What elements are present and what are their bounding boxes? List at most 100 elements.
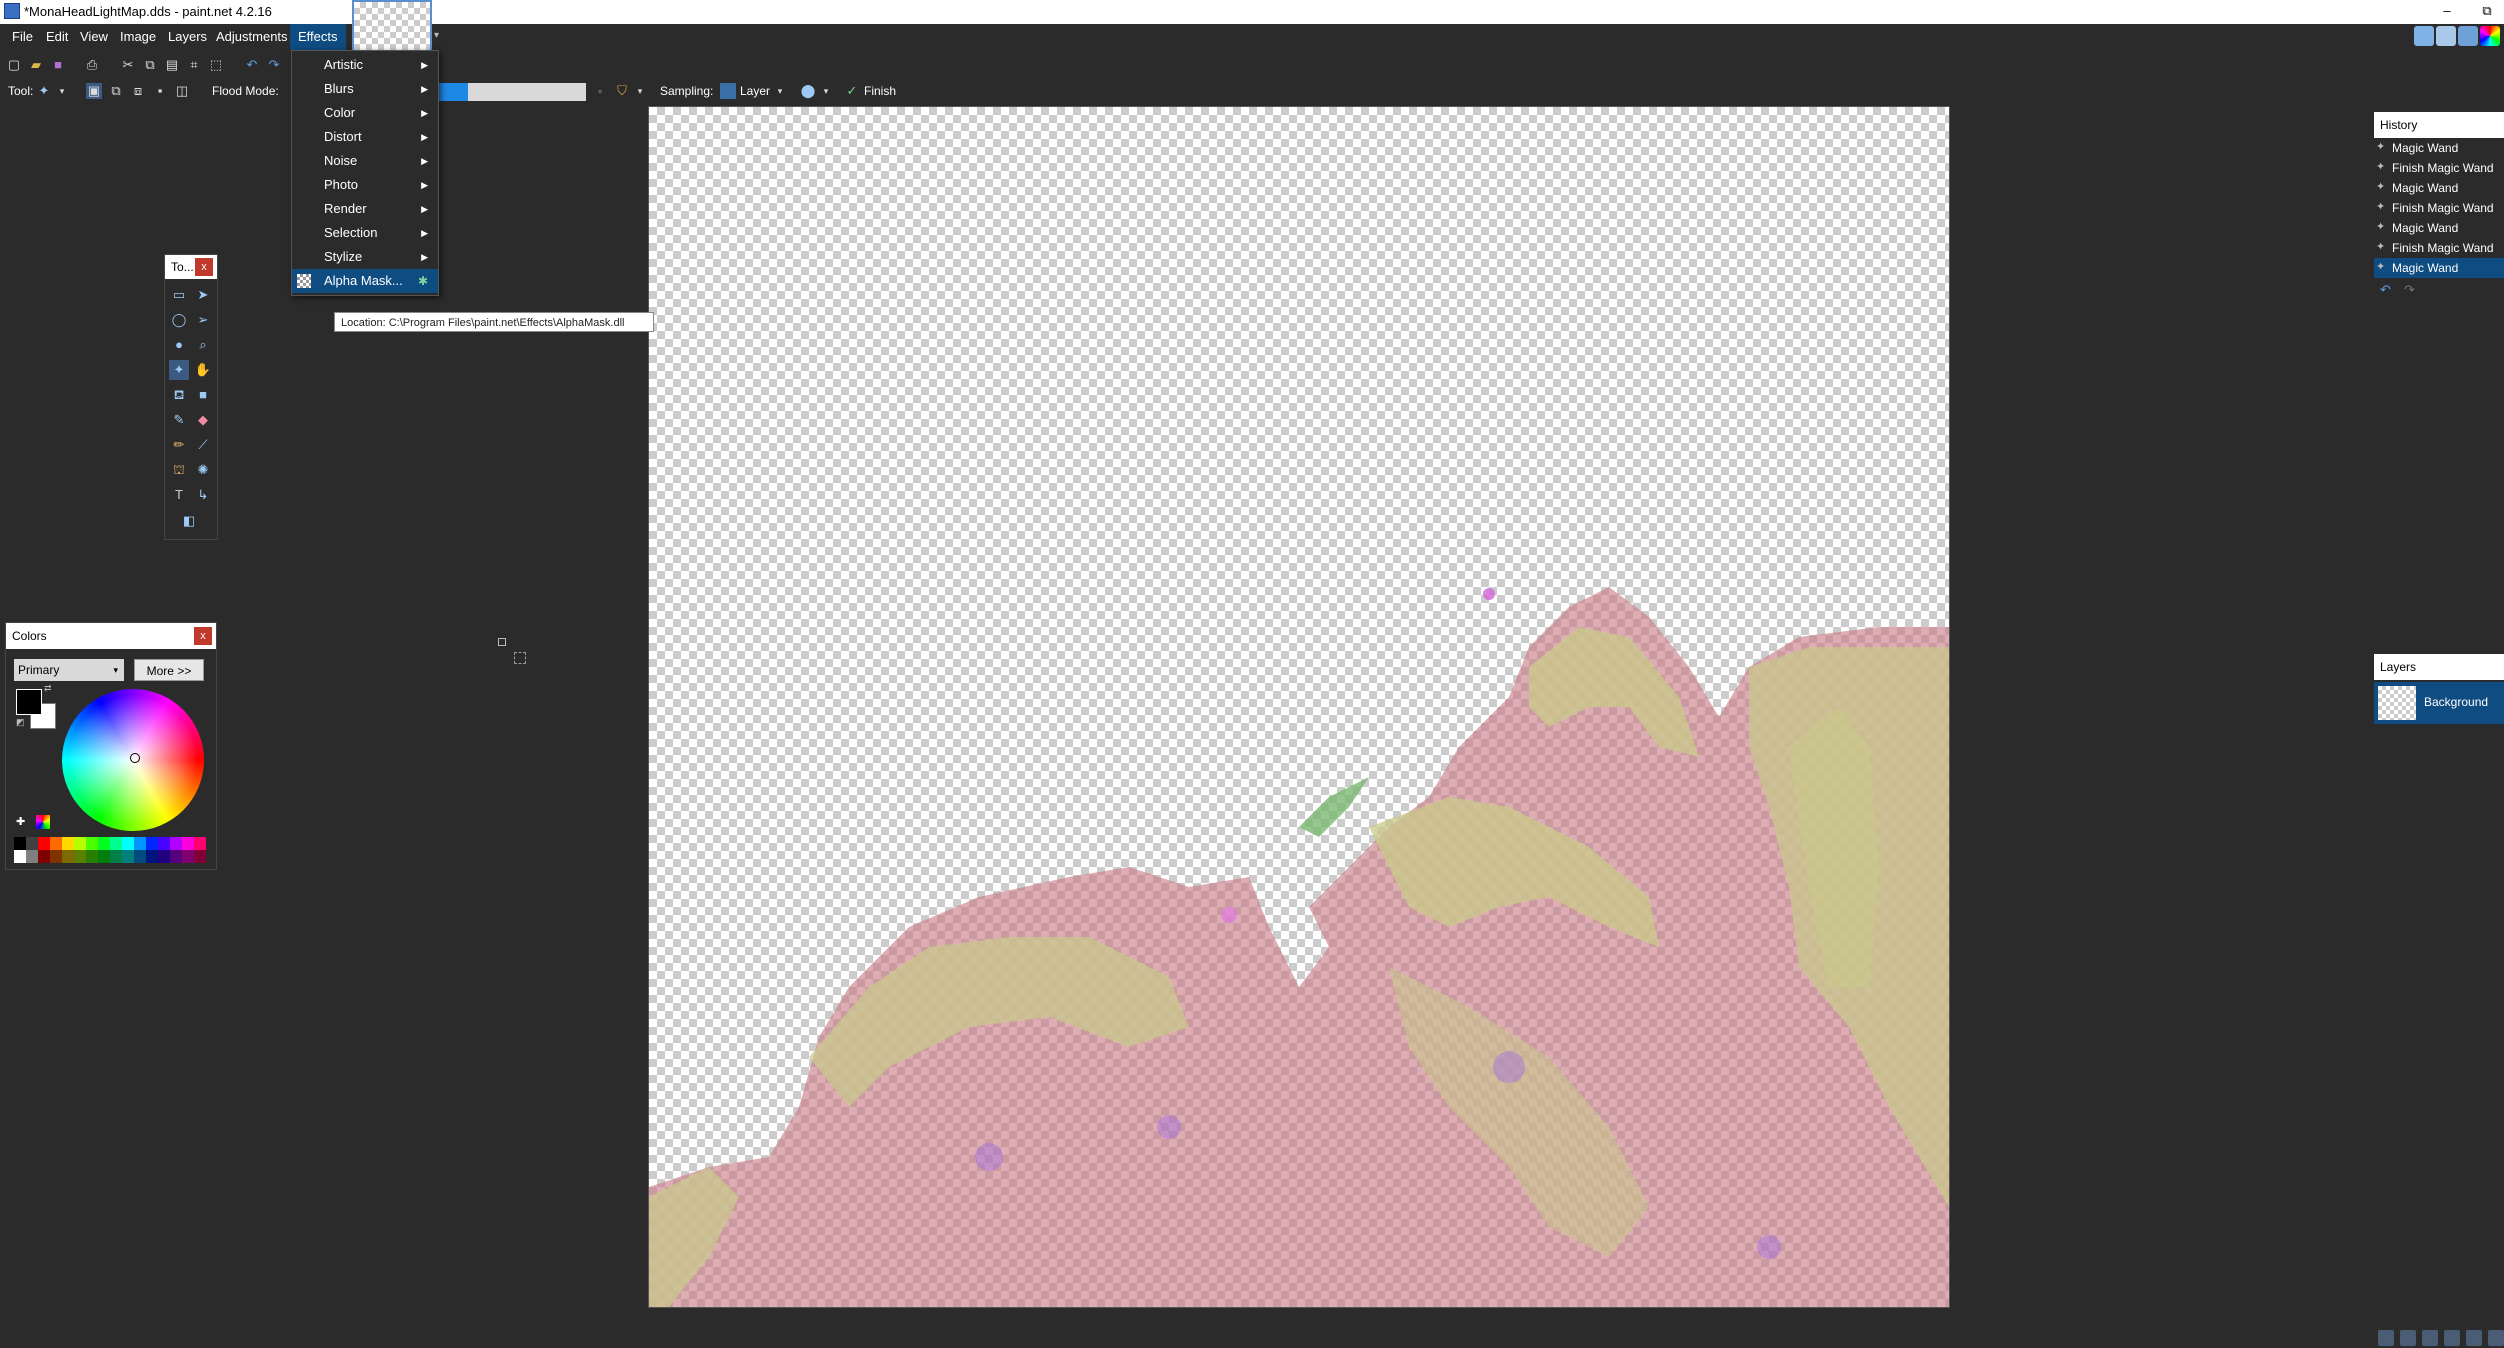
blend-mode-icon[interactable]: ⬤ [800, 83, 816, 99]
cut-icon[interactable]: ✂ [120, 57, 136, 73]
menu-effects[interactable]: Effects [290, 24, 346, 50]
history-undo-icon[interactable]: ↶ [2380, 282, 2391, 298]
effects-stylize-item[interactable]: Stylize ▶ [292, 245, 438, 269]
history-toggle-icon[interactable] [2436, 26, 2456, 46]
image-tab-thumbnail[interactable] [352, 0, 432, 54]
color-palette[interactable] [14, 837, 206, 863]
history-item[interactable]: ✦ Magic Wand [2374, 218, 2504, 238]
crop-icon[interactable]: ⌗ [186, 57, 202, 73]
image-canvas[interactable] [648, 106, 1950, 1308]
move-selected-tool-icon[interactable]: ➤ [193, 285, 213, 305]
pencil-tool-icon[interactable]: ✏ [169, 435, 189, 455]
lasso-select-tool-icon[interactable]: ◯ [169, 310, 189, 330]
undo-icon[interactable]: ↶ [244, 57, 260, 73]
new-file-icon[interactable]: ▢ [6, 57, 22, 73]
effects-render-item[interactable]: Render ▶ [292, 197, 438, 221]
layers-toggle-icon[interactable] [2458, 26, 2478, 46]
selection-mode-exclude-icon[interactable]: ⧈ [130, 83, 146, 99]
move-layer-up-icon[interactable] [2466, 1330, 2482, 1346]
effects-noise-item[interactable]: Noise ▶ [292, 149, 438, 173]
menu-image[interactable]: Image [112, 24, 164, 50]
paint-bucket-tool-icon[interactable]: ⛾ [169, 385, 189, 405]
tab-dropdown-icon[interactable]: ▾ [434, 30, 444, 41]
sampling-value[interactable]: Layer [740, 84, 770, 98]
duplicate-layer-icon[interactable] [2422, 1330, 2438, 1346]
menu-edit[interactable]: Edit [38, 24, 76, 50]
color-mode-select[interactable]: Primary ▾ [14, 659, 124, 681]
selection-mode-intersect-icon[interactable]: ▪ [152, 83, 168, 99]
copy-icon[interactable]: ⧉ [142, 57, 158, 73]
effects-color-item[interactable]: Color ▶ [292, 101, 438, 125]
shapes-tool-icon[interactable]: ◧ [179, 511, 199, 531]
move-selection-tool-icon[interactable]: ➢ [193, 310, 213, 330]
open-file-icon[interactable]: ▰ [28, 57, 44, 73]
tolerance-reset-icon[interactable]: ▫ [592, 83, 608, 99]
merge-layer-icon[interactable] [2444, 1330, 2460, 1346]
gradient-tool-icon[interactable]: ■ [193, 385, 213, 405]
deselect-icon[interactable]: ⬚ [208, 57, 224, 73]
reset-colors-icon[interactable]: ◩ [16, 717, 26, 727]
minimize-button[interactable]: – [2430, 0, 2464, 24]
colors-close-button[interactable]: x [194, 627, 212, 645]
ellipse-select-tool-icon[interactable]: ● [169, 335, 189, 355]
save-file-icon[interactable]: ■ [50, 57, 66, 73]
menu-file[interactable]: File [4, 24, 41, 50]
antialias-dropdown-icon[interactable]: ▾ [632, 83, 648, 99]
blend-dropdown-icon[interactable]: ▾ [818, 83, 834, 99]
history-item-selected[interactable]: ✦ Magic Wand [2374, 258, 2504, 278]
effects-alpha-mask-item[interactable]: Alpha Mask... ✱ [292, 269, 438, 293]
magic-wand-tool-icon[interactable]: ✦ [36, 83, 52, 99]
palette-menu-icon[interactable] [36, 815, 50, 829]
history-item[interactable]: ✦ Magic Wand [2374, 138, 2504, 158]
sampling-layer-icon[interactable] [720, 83, 736, 99]
sampling-dropdown-icon[interactable]: ▾ [772, 83, 788, 99]
magic-wand-tool-icon[interactable]: ✦ [169, 360, 189, 380]
restore-button[interactable]: ⧉ [2470, 0, 2504, 24]
add-palette-color-icon[interactable]: ✚ [16, 815, 30, 829]
redo-icon[interactable]: ↷ [266, 57, 282, 73]
clone-stamp-tool-icon[interactable]: ⛫ [169, 460, 189, 480]
line-curve-tool-icon[interactable]: ↳ [193, 485, 213, 505]
tools-close-button[interactable]: x [195, 258, 213, 276]
history-item[interactable]: ✦ Finish Magic Wand [2374, 158, 2504, 178]
tools-toggle-icon[interactable] [2414, 26, 2434, 46]
history-item[interactable]: ✦ Magic Wand [2374, 178, 2504, 198]
tolerance-slider[interactable] [438, 83, 586, 101]
finish-check-icon[interactable]: ✓ [844, 83, 860, 99]
recolor-tool-icon[interactable]: ✺ [193, 460, 213, 480]
more-button[interactable]: More >> [134, 659, 204, 681]
delete-layer-icon[interactable] [2400, 1330, 2416, 1346]
effects-distort-item[interactable]: Distort ▶ [292, 125, 438, 149]
selection-mode-invert-icon[interactable]: ◫ [174, 83, 190, 99]
swap-colors-icon[interactable]: ⇄ [44, 683, 54, 693]
selection-mode-union-icon[interactable]: ⧉ [108, 83, 124, 99]
colors-toggle-icon[interactable] [2480, 26, 2500, 46]
menu-layers[interactable]: Layers [160, 24, 215, 50]
history-item[interactable]: ✦ Finish Magic Wand [2374, 238, 2504, 258]
color-picker-tool-icon[interactable]: ⟋ [193, 435, 213, 455]
selection-mode-replace-icon[interactable]: ▣ [86, 83, 102, 99]
effects-blurs-item[interactable]: Blurs ▶ [292, 77, 438, 101]
text-tool-icon[interactable]: T [169, 485, 189, 505]
add-layer-icon[interactable] [2378, 1330, 2394, 1346]
paintbrush-tool-icon[interactable]: ✎ [169, 410, 189, 430]
menu-view[interactable]: View [72, 24, 116, 50]
effects-photo-item[interactable]: Photo ▶ [292, 173, 438, 197]
color-wheel-cursor[interactable] [130, 753, 140, 763]
primary-color-swatch[interactable] [16, 689, 42, 715]
menu-adjustments[interactable]: Adjustments [208, 24, 296, 50]
history-item[interactable]: ✦ Finish Magic Wand [2374, 198, 2504, 218]
effects-artistic-item[interactable]: Artistic ▶ [292, 53, 438, 77]
pan-tool-icon[interactable]: ✋ [193, 360, 213, 380]
eraser-tool-icon[interactable]: ◆ [193, 410, 213, 430]
finish-button[interactable]: Finish [864, 84, 896, 98]
layer-row-background[interactable]: Background [2374, 682, 2504, 724]
tool-dropdown-icon[interactable]: ▾ [54, 83, 70, 99]
paste-icon[interactable]: ▤ [164, 57, 180, 73]
antialias-icon[interactable]: ⛉ [614, 83, 630, 99]
zoom-tool-icon[interactable]: ⌕ [193, 335, 213, 355]
layer-properties-icon[interactable] [2488, 1330, 2504, 1346]
history-redo-icon[interactable]: ↷ [2404, 282, 2415, 298]
rectangle-select-tool-icon[interactable]: ▭ [169, 285, 189, 305]
print-icon[interactable]: ⎙ [84, 57, 100, 73]
